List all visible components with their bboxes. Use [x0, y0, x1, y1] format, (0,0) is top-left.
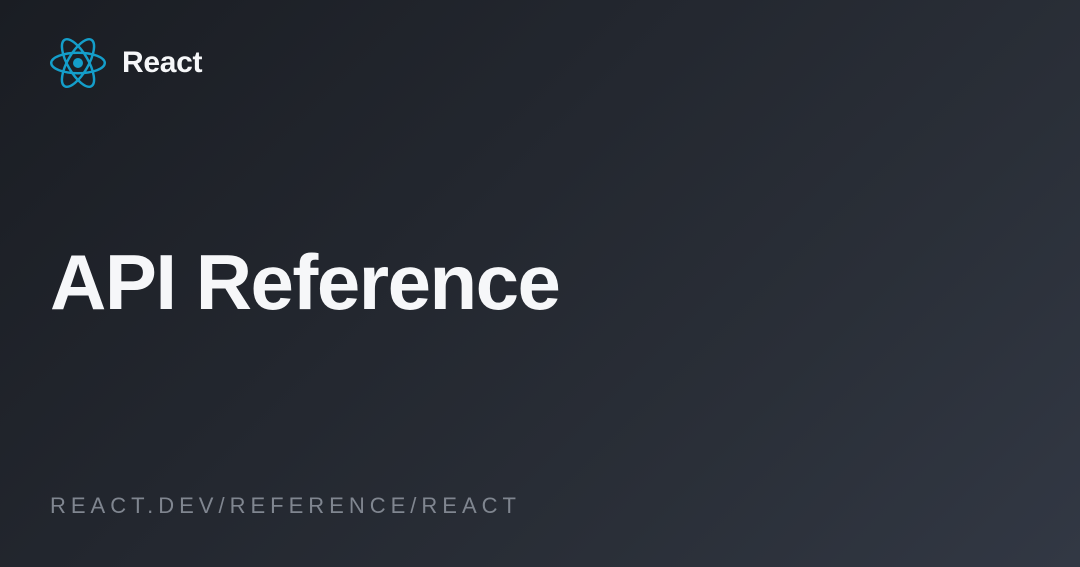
- page-title: API Reference: [50, 243, 559, 321]
- footer: REACT.DEV/REFERENCE/REACT: [50, 493, 1030, 527]
- url-path: REACT.DEV/REFERENCE/REACT: [50, 493, 1030, 519]
- og-card: React API Reference REACT.DEV/REFERENCE/…: [0, 0, 1080, 567]
- main-content: API Reference: [50, 71, 1030, 493]
